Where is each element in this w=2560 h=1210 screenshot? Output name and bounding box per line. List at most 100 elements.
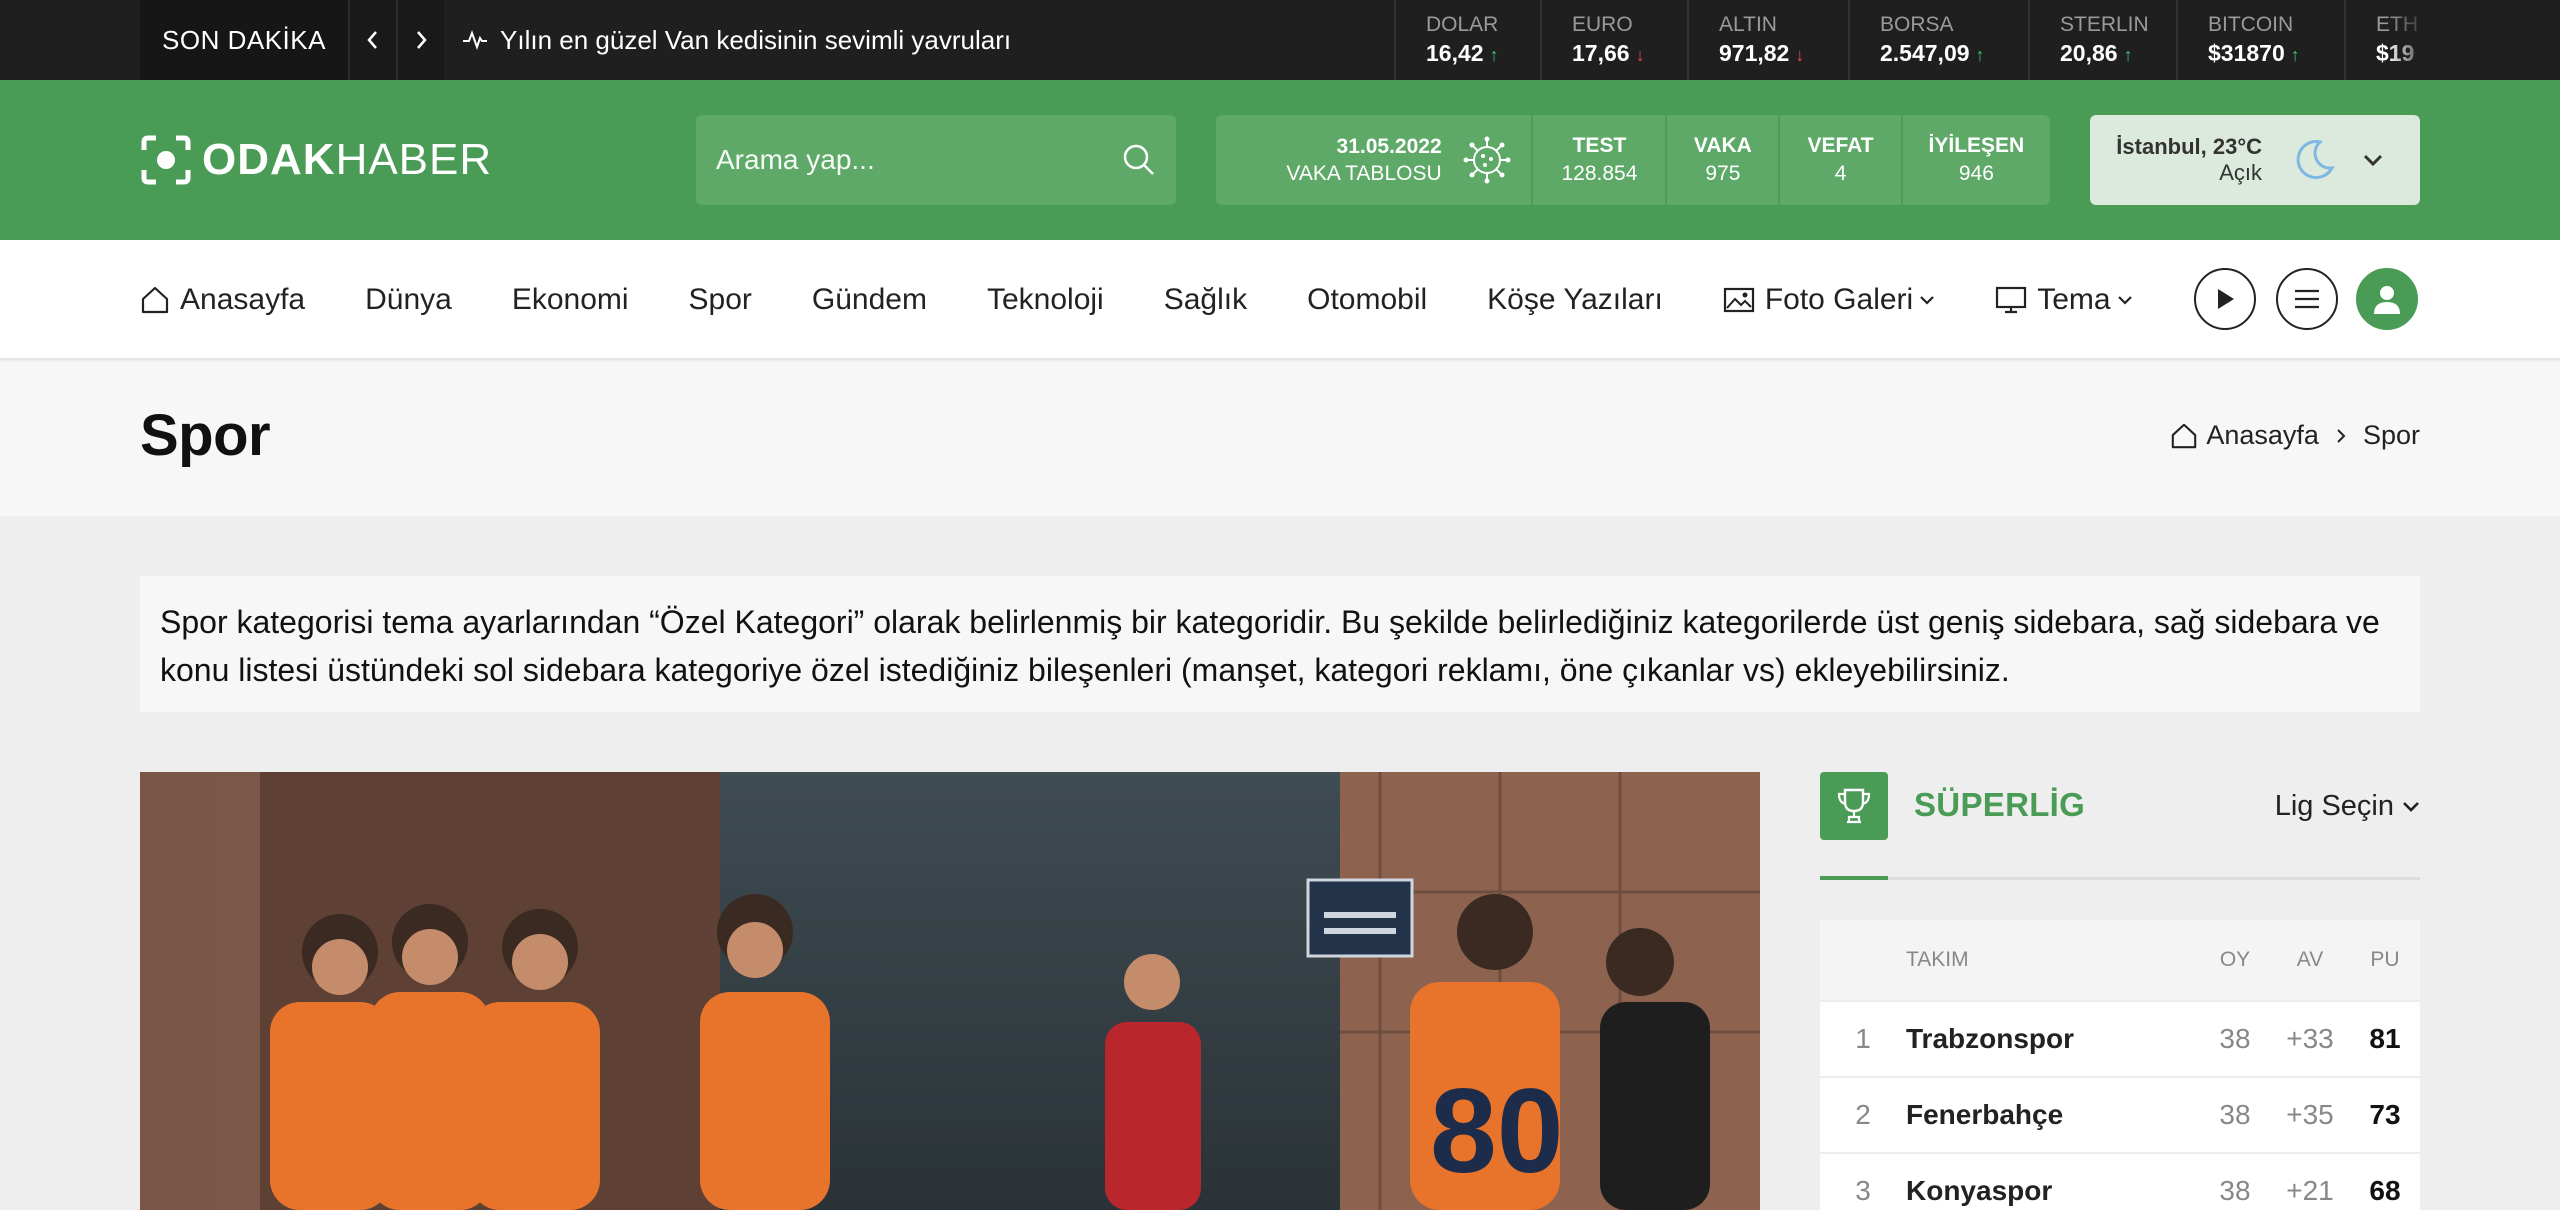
nav-item-label: Spor: [688, 283, 752, 316]
nav-item-ekonomi[interactable]: Ekonomi: [512, 283, 629, 317]
stat-value: 975: [1705, 162, 1741, 185]
stat-value: 4: [1834, 162, 1847, 185]
market-borsa[interactable]: BORSA 2.547,09 ↑: [1848, 0, 2028, 80]
market-eth[interactable]: ETH $19: [2344, 0, 2560, 80]
user-icon: [2374, 286, 2400, 314]
market-euro[interactable]: EURO 17,66 ↓: [1540, 0, 1687, 80]
search-icon[interactable]: [1122, 143, 1156, 177]
covid-case-table[interactable]: 31.05.2022 VAKA TABLOSU TEST 128.854 VAK…: [1216, 115, 2050, 205]
nav-item-foto-galeri[interactable]: Foto Galeri: [1723, 283, 1935, 317]
covid-stat-test: TEST 128.854: [1533, 115, 1668, 205]
featured-news-image[interactable]: 80: [140, 772, 1760, 1210]
market-value: 16,42: [1426, 40, 1484, 66]
team-rank: 2: [1855, 1099, 1871, 1130]
league-select-label: Lig Seçin: [2274, 790, 2394, 822]
market-name: ETH: [2376, 13, 2418, 36]
market-value: 17,66: [1572, 40, 1630, 66]
play-button[interactable]: [2194, 268, 2256, 330]
logo-bold-text: ODAK: [202, 135, 336, 184]
nav-item-saglik[interactable]: Sağlık: [1164, 283, 1247, 317]
chevron-left-icon: [367, 31, 377, 49]
football-players-photo: 80: [140, 772, 1760, 1210]
virus-icon: [1442, 115, 1534, 205]
market-ticker: DOLAR 16,42 ↑ EURO 17,66 ↓ ALTIN 971,82 ↓ B…: [1394, 0, 2560, 80]
breadcrumb: Anasayfa Spor: [2170, 420, 2420, 451]
team-average: +21: [2286, 1175, 2334, 1206]
site-header: ODAKHABER 31.05.2022 VAKA TABLOSU TEST 1…: [0, 80, 2560, 240]
market-name: BORSA: [1880, 13, 1954, 36]
search-box[interactable]: [696, 115, 1176, 205]
stat-value: 946: [1958, 162, 1994, 185]
league-standings-widget: SÜPERLİG Lig Seçin TAKIM OY AV PU 1 Trab…: [1820, 772, 2420, 1210]
page-title: Spor: [140, 403, 271, 468]
nav-item-spor[interactable]: Spor: [689, 283, 752, 317]
site-logo[interactable]: ODAKHABER: [140, 132, 492, 188]
weather-condition: Açık: [2219, 160, 2262, 185]
market-altin[interactable]: ALTIN 971,82 ↓: [1687, 0, 1848, 80]
nav-item-label: Gündem: [811, 283, 927, 316]
column-header-team: TAKIM: [1906, 948, 1969, 971]
search-input[interactable]: [716, 144, 1122, 176]
market-bitcoin[interactable]: BITCOIN $31870 ↑: [2176, 0, 2344, 80]
hamburger-menu-icon: [2295, 289, 2319, 309]
team-average: +33: [2286, 1023, 2334, 1054]
league-select-dropdown[interactable]: Lig Seçin: [2275, 790, 2420, 823]
trophy-icon: [1820, 772, 1888, 840]
category-info-box: Spor kategorisi tema ayarlarından “Özel …: [140, 576, 2420, 712]
team-points: 68: [2369, 1175, 2401, 1206]
top-ticker-bar: SON DAKİKA Yılın en güzel Van kedisinin …: [0, 0, 2560, 80]
table-row[interactable]: 3 Konyaspor 38 +21 68: [1820, 1154, 2420, 1210]
stat-value: 128.854: [1561, 162, 1638, 185]
home-icon: [2172, 423, 2197, 448]
logo-light-text: HABER: [335, 135, 493, 184]
weather-city: İstanbul, 23°C: [2116, 134, 2262, 159]
chevron-down-icon[interactable]: [2362, 153, 2384, 167]
team-rank: 1: [1855, 1023, 1871, 1054]
team-played: 38: [2219, 1175, 2251, 1206]
ticker-prev-button[interactable]: [348, 0, 396, 80]
user-account-button[interactable]: [2356, 268, 2418, 330]
camera-focus-icon: [141, 135, 191, 185]
covid-stat-vefat: VEFAT 4: [1780, 115, 1903, 205]
covid-date: 31.05.2022: [1336, 135, 1442, 158]
market-value: 2.547,09: [1880, 40, 1970, 66]
stat-label: VEFAT: [1807, 134, 1874, 157]
market-value: 971,82: [1719, 40, 1790, 66]
ticker-headline-link[interactable]: Yılın en güzel Van kedisinin sevimli yav…: [462, 0, 1011, 80]
nav-item-kose-yazilari[interactable]: Köşe Yazıları: [1487, 283, 1663, 317]
play-icon: [2218, 289, 2234, 309]
column-header-average: AV: [2296, 948, 2324, 971]
nav-item-label: Ekonomi: [511, 283, 629, 316]
nav-item-anasayfa[interactable]: Anasayfa: [140, 283, 305, 317]
arrow-down-icon: ↓: [1795, 45, 1805, 65]
team-points: 73: [2369, 1099, 2401, 1130]
market-sterlin[interactable]: STERLIN 20,86 ↑: [2028, 0, 2176, 80]
breadcrumb-home-link[interactable]: Anasayfa: [2206, 420, 2319, 451]
league-title-underline: [1820, 876, 1888, 880]
league-title: SÜPERLİG: [1914, 786, 2086, 823]
nav-item-teknoloji[interactable]: Teknoloji: [987, 283, 1104, 317]
covid-table-label: VAKA TABLOSU: [1286, 162, 1442, 185]
nav-item-label: Dünya: [365, 283, 452, 316]
table-row[interactable]: 1 Trabzonspor 38 +33 81: [1820, 1002, 2420, 1078]
chevron-down-icon: [2117, 296, 2132, 305]
arrow-up-icon: ↑: [1975, 45, 1985, 65]
menu-button[interactable]: [2276, 268, 2338, 330]
main-navigation: Anasayfa Dünya Ekonomi Spor Gündem Tekno…: [0, 240, 2560, 360]
table-row[interactable]: 2 Fenerbahçe 38 +35 73: [1820, 1078, 2420, 1154]
nav-item-gundem[interactable]: Gündem: [812, 283, 927, 317]
ticker-next-button[interactable]: [396, 0, 444, 80]
team-average: +35: [2286, 1099, 2334, 1130]
nav-item-tema[interactable]: Tema: [1995, 283, 2132, 317]
market-value: $19: [2376, 40, 2415, 66]
arrow-up-icon: ↑: [2123, 45, 2133, 65]
nav-item-otomobil[interactable]: Otomobil: [1307, 283, 1427, 317]
market-dolar[interactable]: DOLAR 16,42 ↑: [1394, 0, 1540, 80]
arrow-down-icon: ↓: [1635, 45, 1645, 65]
stat-label: VAKA: [1693, 134, 1752, 157]
chevron-right-icon: [417, 31, 427, 49]
nav-item-dunya[interactable]: Dünya: [365, 283, 452, 317]
team-played: 38: [2219, 1099, 2251, 1130]
market-name: EURO: [1572, 13, 1633, 36]
weather-widget[interactable]: İstanbul, 23°C Açık: [2090, 115, 2420, 205]
